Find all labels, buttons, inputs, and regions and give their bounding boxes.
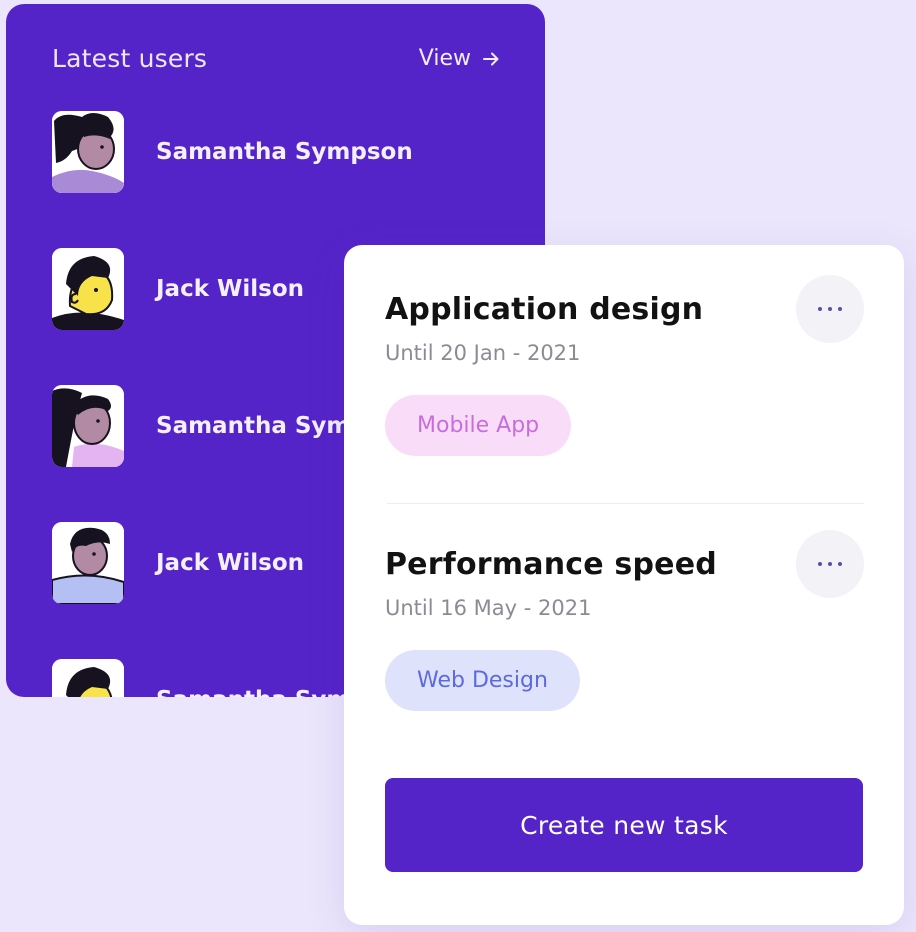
divider bbox=[387, 503, 864, 504]
task-item: Application design Until 20 Jan - 2021 M… bbox=[385, 275, 864, 456]
arrow-right-icon bbox=[483, 52, 499, 65]
dot-icon bbox=[838, 562, 842, 566]
avatar bbox=[52, 659, 124, 697]
dot-icon bbox=[828, 307, 832, 311]
task-tag[interactable]: Mobile App bbox=[385, 395, 572, 456]
page: Latest users View Samantha Sympson Jack … bbox=[0, 0, 916, 932]
task-title: Application design bbox=[385, 292, 704, 327]
more-options-button[interactable] bbox=[796, 530, 864, 598]
dot-icon bbox=[838, 307, 842, 311]
avatar bbox=[52, 248, 124, 330]
create-new-task-button[interactable]: Create new task bbox=[385, 778, 863, 872]
dot-icon bbox=[828, 562, 832, 566]
user-name: Jack Wilson bbox=[156, 550, 305, 576]
task-due-date: Until 20 Jan - 2021 bbox=[385, 341, 581, 365]
view-link-label: View bbox=[418, 46, 471, 71]
user-list-item[interactable]: Jack Wilson bbox=[52, 522, 304, 604]
dot-icon bbox=[818, 562, 822, 566]
task-due-date: Until 16 May - 2021 bbox=[385, 596, 592, 620]
task-item: Performance speed Until 16 May - 2021 We… bbox=[385, 530, 864, 711]
avatar bbox=[52, 385, 124, 467]
user-name: Samantha Sympson bbox=[156, 139, 413, 165]
user-list-item[interactable]: Samantha Sympson bbox=[52, 111, 413, 193]
task-tag[interactable]: Web Design bbox=[385, 650, 580, 711]
avatar bbox=[52, 111, 124, 193]
users-card-header: Latest users View bbox=[52, 44, 501, 73]
view-all-link[interactable]: View bbox=[419, 46, 501, 71]
tasks-card: Application design Until 20 Jan - 2021 M… bbox=[344, 245, 904, 925]
user-name: Jack Wilson bbox=[156, 276, 305, 302]
task-title: Performance speed bbox=[385, 547, 717, 582]
user-list-item[interactable]: Jack Wilson bbox=[52, 248, 304, 330]
more-options-button[interactable] bbox=[796, 275, 864, 343]
users-card-title: Latest users bbox=[52, 44, 208, 73]
dot-icon bbox=[818, 307, 822, 311]
avatar bbox=[52, 522, 124, 604]
